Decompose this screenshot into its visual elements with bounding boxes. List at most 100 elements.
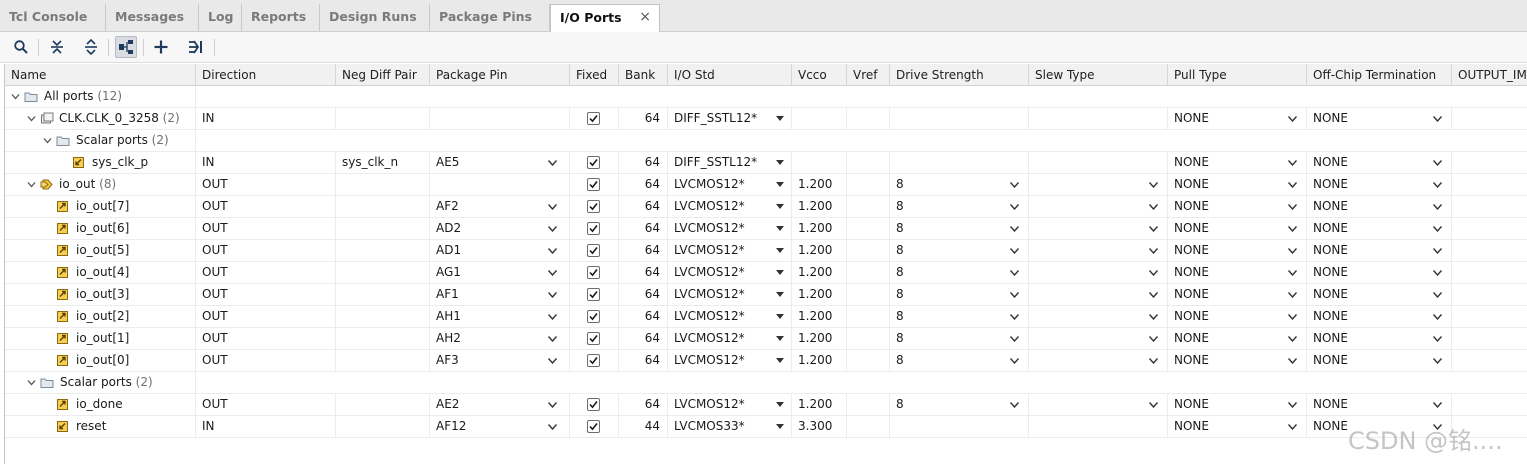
table-row[interactable]: io_out[0] OUT AF3 64 LVCMOS12* 1.200 8 NONE NONE — [5, 350, 1527, 372]
pull-type-cell[interactable]: NONE — [1168, 284, 1307, 306]
table-row[interactable]: io_out[1] OUT AH2 64 LVCMOS12* 1.200 8 NONE NONE — [5, 328, 1527, 350]
chevron-down-icon[interactable] — [1433, 160, 1442, 166]
col-name-header[interactable]: Name — [5, 64, 196, 86]
package-pin-cell[interactable]: AF1 — [430, 284, 570, 306]
drive-strength-cell[interactable]: 8 — [890, 262, 1029, 284]
chevron-down-icon[interactable] — [43, 136, 52, 145]
pull-type-cell[interactable]: NONE — [1168, 240, 1307, 262]
fixed-checkbox[interactable] — [587, 398, 600, 411]
drive-strength-cell[interactable] — [890, 108, 1029, 130]
group-by-interface-button[interactable] — [115, 36, 137, 58]
slew-type-cell[interactable] — [1029, 328, 1168, 350]
close-icon[interactable]: × — [639, 5, 651, 30]
tab-package-pins[interactable]: Package Pins — [430, 4, 550, 31]
io-std-cell[interactable]: LVCMOS12* — [668, 174, 792, 196]
chevron-down-icon[interactable] — [1288, 358, 1297, 364]
off-chip-termination-cell[interactable]: NONE — [1307, 196, 1452, 218]
off-chip-termination-cell[interactable]: NONE — [1307, 350, 1452, 372]
col-vref-header[interactable]: Vref — [847, 64, 890, 86]
slew-type-cell[interactable] — [1029, 174, 1168, 196]
drive-strength-cell[interactable]: 8 — [890, 240, 1029, 262]
io-std-cell[interactable]: LVCMOS12* — [668, 284, 792, 306]
tab-design-runs[interactable]: Design Runs — [320, 4, 430, 31]
dropdown-arrow-icon[interactable] — [776, 270, 784, 275]
chevron-down-icon[interactable] — [1288, 336, 1297, 342]
drive-strength-cell[interactable]: 8 — [890, 328, 1029, 350]
chevron-down-icon[interactable] — [1288, 402, 1297, 408]
slew-type-cell[interactable] — [1029, 284, 1168, 306]
search-button[interactable] — [10, 36, 32, 58]
dropdown-arrow-icon[interactable] — [776, 204, 784, 209]
chevron-down-icon[interactable] — [1288, 160, 1297, 166]
drive-strength-cell[interactable]: 8 — [890, 196, 1029, 218]
dropdown-arrow-icon[interactable] — [776, 226, 784, 231]
package-pin-cell[interactable]: AE5 — [430, 152, 570, 174]
chevron-down-icon[interactable] — [1149, 336, 1158, 342]
col-fixed-header[interactable]: Fixed — [570, 64, 619, 86]
table-row[interactable]: Scalar ports (2) — [5, 372, 1527, 394]
tab-tcl-console[interactable]: Tcl Console — [0, 4, 106, 31]
chevron-down-icon[interactable] — [1433, 248, 1442, 254]
fixed-checkbox[interactable] — [587, 178, 600, 191]
chevron-down-icon[interactable] — [1433, 116, 1442, 122]
chevron-down-icon[interactable] — [1149, 204, 1158, 210]
chevron-down-icon[interactable] — [1433, 402, 1442, 408]
off-chip-termination-cell[interactable]: NONE — [1307, 262, 1452, 284]
chevron-down-icon[interactable] — [1149, 402, 1158, 408]
off-chip-termination-cell[interactable]: NONE — [1307, 218, 1452, 240]
slew-type-cell[interactable] — [1029, 152, 1168, 174]
fixed-checkbox[interactable] — [587, 266, 600, 279]
io-std-cell[interactable]: LVCMOS33* — [668, 416, 792, 438]
dropdown-arrow-icon[interactable] — [776, 314, 784, 319]
drive-strength-cell[interactable]: 8 — [890, 350, 1029, 372]
col-off-chip-termination-header[interactable]: Off-Chip Termination — [1307, 64, 1452, 86]
chevron-down-icon[interactable] — [1010, 336, 1019, 342]
chevron-down-icon[interactable] — [1288, 204, 1297, 210]
drive-strength-cell[interactable]: 8 — [890, 394, 1029, 416]
dropdown-arrow-icon[interactable] — [776, 336, 784, 341]
auto-assign-button[interactable] — [185, 36, 207, 58]
io-std-cell[interactable]: LVCMOS12* — [668, 196, 792, 218]
pull-type-cell[interactable]: NONE — [1168, 328, 1307, 350]
chevron-down-icon[interactable] — [1288, 182, 1297, 188]
package-pin-cell[interactable]: AH2 — [430, 328, 570, 350]
fixed-checkbox[interactable] — [587, 200, 600, 213]
tab-log[interactable]: Log — [199, 4, 242, 31]
chevron-down-icon[interactable] — [1288, 424, 1297, 430]
dropdown-arrow-icon[interactable] — [776, 358, 784, 363]
package-pin-cell[interactable]: AD1 — [430, 240, 570, 262]
slew-type-cell[interactable] — [1029, 196, 1168, 218]
package-pin-cell[interactable]: AE2 — [430, 394, 570, 416]
col-io-std-header[interactable]: I/O Std — [668, 64, 792, 86]
chevron-down-icon[interactable] — [548, 248, 557, 254]
chevron-down-icon[interactable] — [27, 378, 36, 387]
slew-type-cell[interactable] — [1029, 350, 1168, 372]
chevron-down-icon[interactable] — [1010, 358, 1019, 364]
chevron-down-icon[interactable] — [11, 92, 20, 101]
col-direction-header[interactable]: Direction — [196, 64, 336, 86]
slew-type-cell[interactable] — [1029, 218, 1168, 240]
expand-all-button[interactable] — [80, 36, 102, 58]
fixed-checkbox[interactable] — [587, 112, 600, 125]
col-pull-type-header[interactable]: Pull Type — [1168, 64, 1307, 86]
pull-type-cell[interactable]: NONE — [1168, 108, 1307, 130]
io-std-cell[interactable]: LVCMOS12* — [668, 394, 792, 416]
chevron-down-icon[interactable] — [548, 204, 557, 210]
drive-strength-cell[interactable]: 8 — [890, 306, 1029, 328]
pull-type-cell[interactable]: NONE — [1168, 152, 1307, 174]
package-pin-cell[interactable]: AF3 — [430, 350, 570, 372]
fixed-checkbox[interactable] — [587, 310, 600, 323]
package-pin-cell[interactable]: AD2 — [430, 218, 570, 240]
table-row[interactable]: CLK.CLK_0_3258 (2) IN 64 DIFF_SSTL12* NONE NO… — [5, 108, 1527, 130]
io-std-cell[interactable]: LVCMOS12* — [668, 218, 792, 240]
col-drive-strength-header[interactable]: Drive Strength — [890, 64, 1029, 86]
off-chip-termination-cell[interactable]: NONE — [1307, 284, 1452, 306]
table-row[interactable]: io_out[5] OUT AD1 64 LVCMOS12* 1.200 8 NONE NONE — [5, 240, 1527, 262]
table-row[interactable]: sys_clk_p IN sys_clk_n AE5 64 DIFF_SSTL12* NON… — [5, 152, 1527, 174]
chevron-down-icon[interactable] — [1288, 292, 1297, 298]
chevron-down-icon[interactable] — [1433, 226, 1442, 232]
add-button[interactable] — [150, 36, 172, 58]
fixed-checkbox[interactable] — [587, 222, 600, 235]
fixed-checkbox[interactable] — [587, 420, 600, 433]
chevron-down-icon[interactable] — [1149, 314, 1158, 320]
